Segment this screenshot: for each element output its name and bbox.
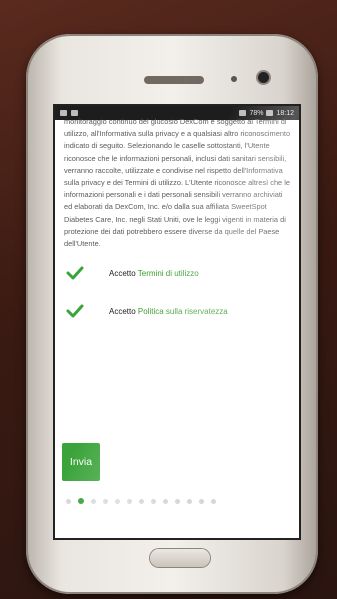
page-dot: [199, 498, 204, 504]
privacy-link[interactable]: Politica sulla riservatezza: [138, 307, 228, 316]
page-indicator: [66, 498, 216, 504]
page-dot: [163, 498, 168, 504]
page-dot: [139, 498, 144, 504]
page-dot: [127, 498, 132, 504]
consent-terms-label: Accetto Termini di utilizzo: [109, 269, 199, 278]
checkmark-icon: [66, 266, 84, 280]
page-dot: [66, 498, 71, 504]
consent-terms-row[interactable]: Accetto Termini di utilizzo: [55, 258, 299, 288]
home-button[interactable]: [150, 549, 210, 567]
checkbox-terms[interactable]: [59, 266, 91, 280]
consent-prefix: Accetto: [109, 268, 136, 278]
terms-text: monitoraggio continuo del glucosio DexCo…: [64, 117, 291, 249]
page-dot: [211, 498, 216, 504]
phone-camera: [258, 72, 269, 83]
phone-sensor: [231, 76, 237, 82]
page-dot: [78, 498, 84, 504]
send-button[interactable]: Invia: [62, 443, 100, 481]
checkmark-icon: [66, 304, 84, 318]
page-dot: [175, 498, 180, 504]
page-dot: [103, 498, 108, 504]
page-dot: [91, 498, 96, 504]
page-dot: [115, 498, 120, 504]
page-dot: [151, 498, 156, 504]
consent-privacy-row[interactable]: Accetto Politica sulla riservatezza: [55, 296, 299, 326]
page-dot: [187, 498, 192, 504]
terms-link[interactable]: Termini di utilizzo: [138, 269, 199, 278]
consent-privacy-label: Accetto Politica sulla riservatezza: [109, 307, 228, 316]
phone-screen: 78% 18:12 monitoraggio continuo del gluc…: [55, 106, 299, 538]
consent-prefix: Accetto: [109, 306, 136, 316]
checkbox-privacy[interactable]: [59, 304, 91, 318]
phone-speaker: [144, 76, 204, 84]
